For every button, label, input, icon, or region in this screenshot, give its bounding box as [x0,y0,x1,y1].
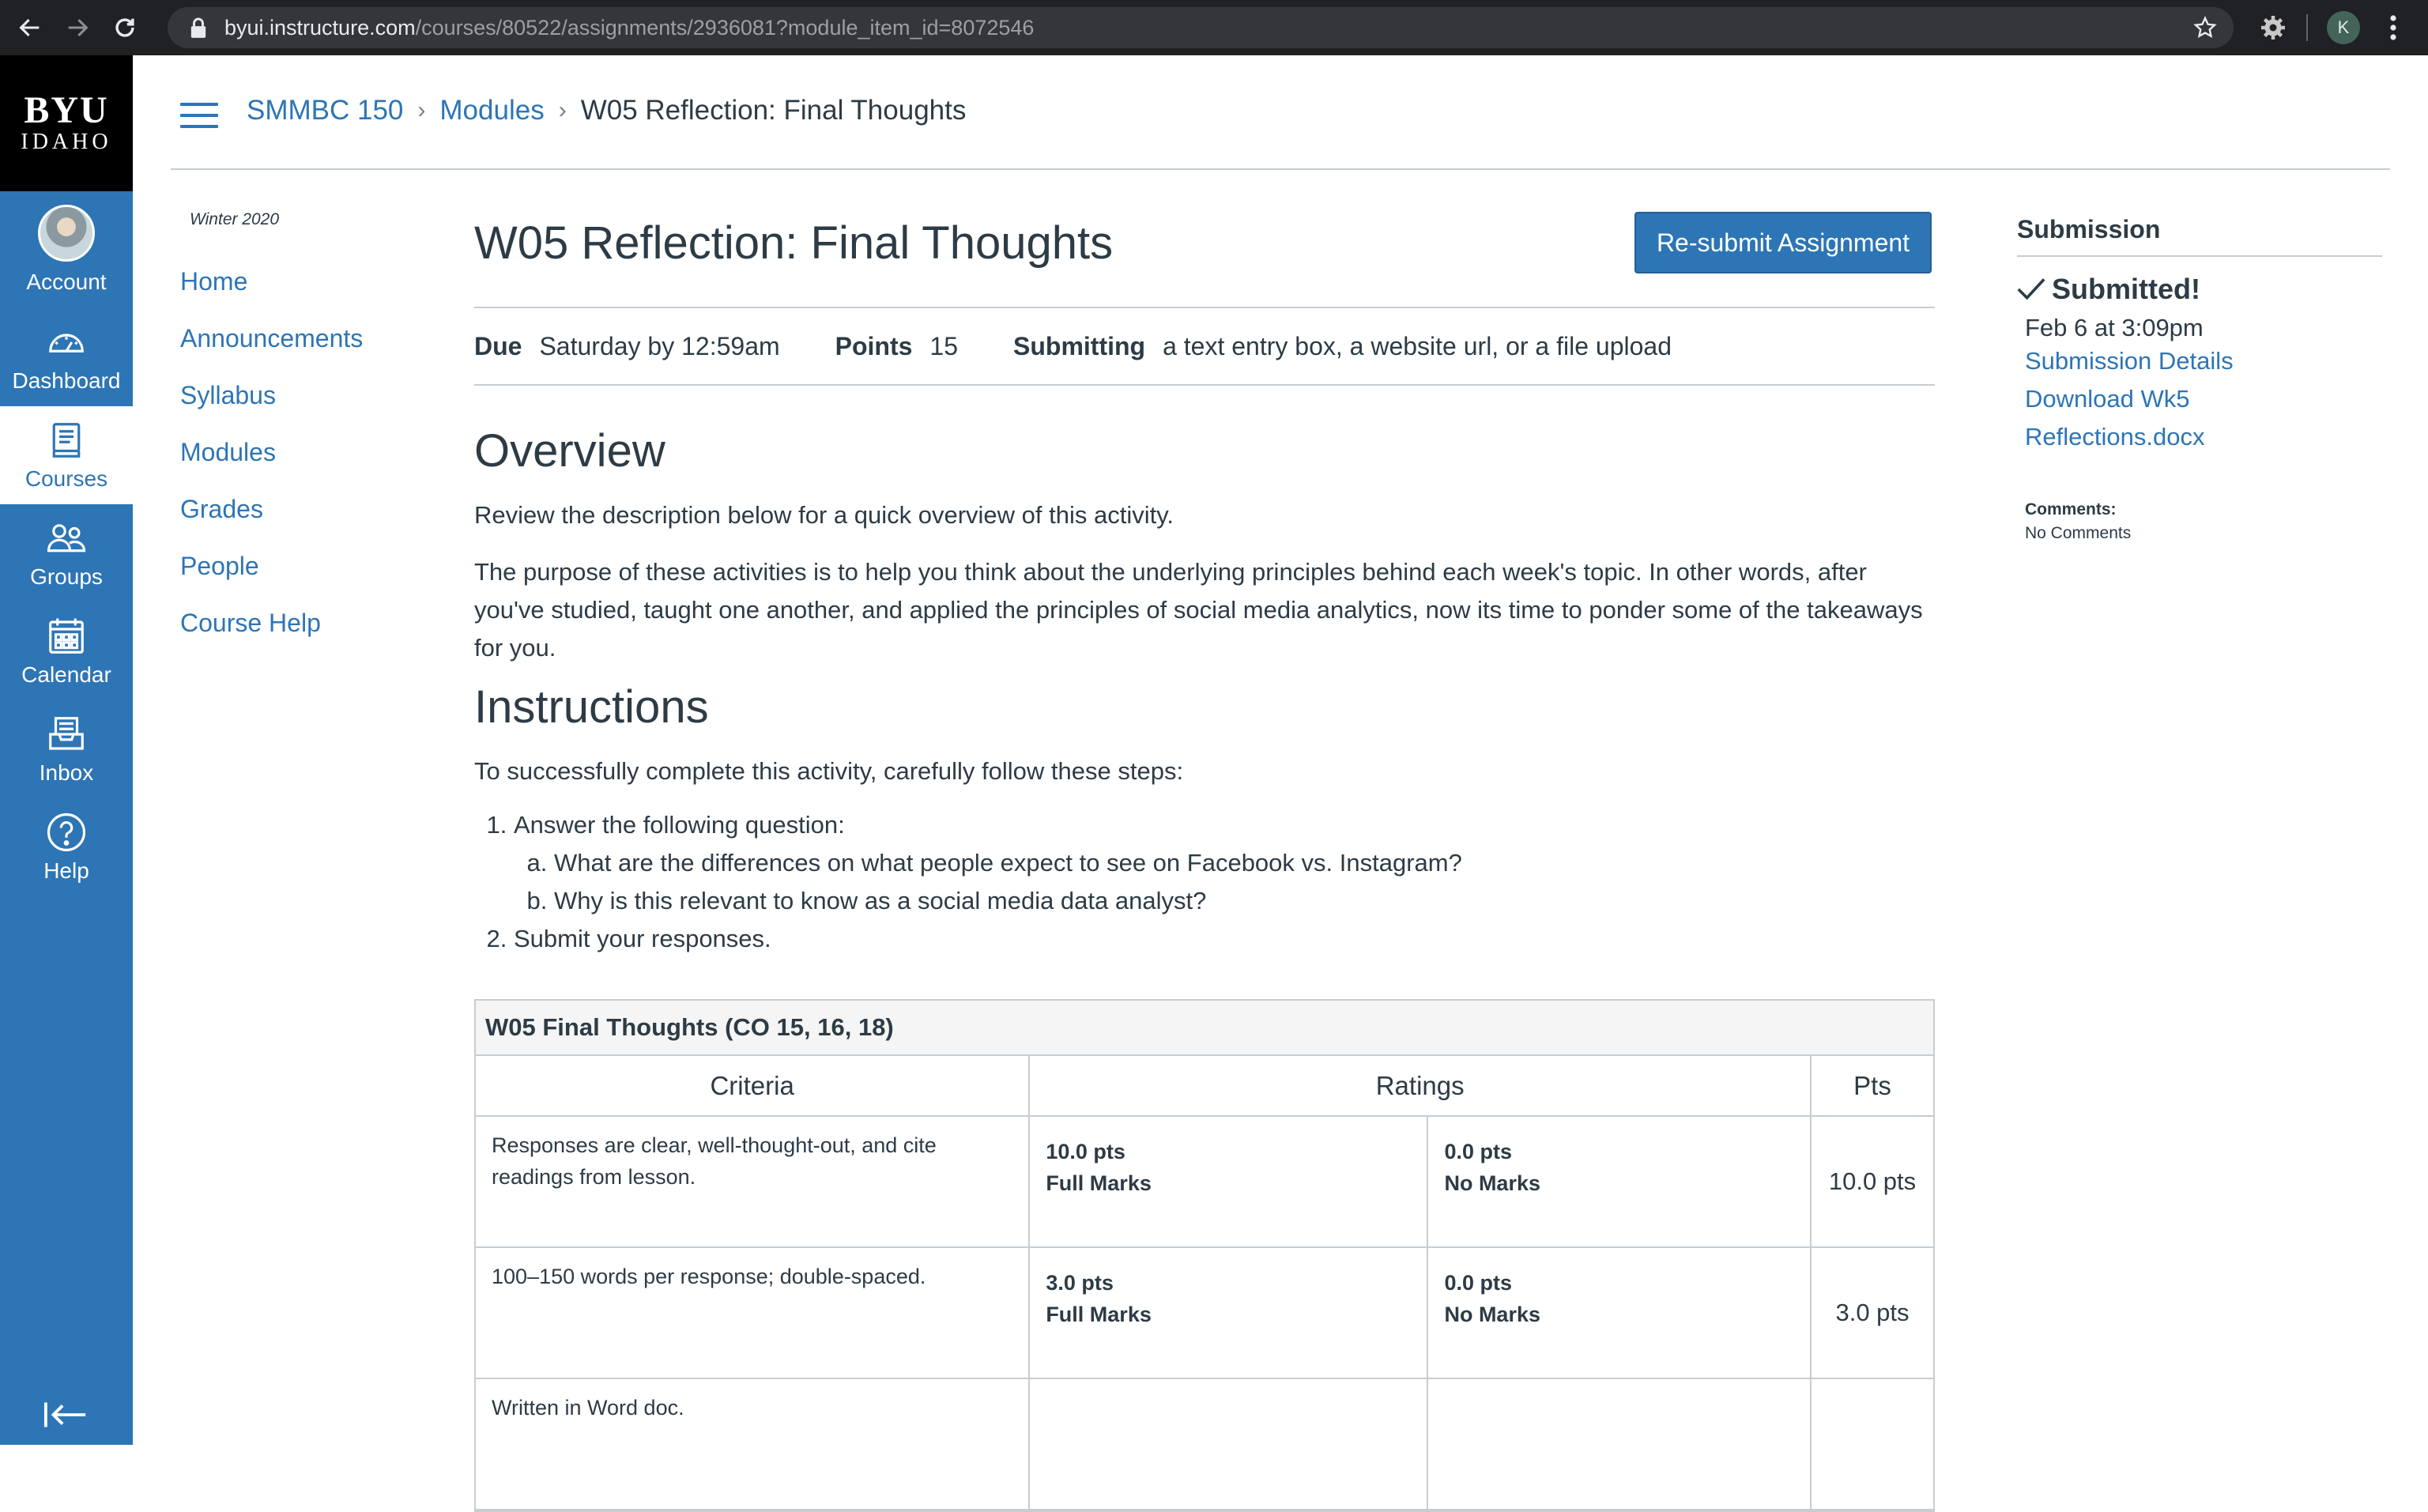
rubric-table: Criteria Ratings Pts Responses are clear… [476,1056,1933,1510]
download-file-link[interactable]: Download Wk5 Reflections.docx [2025,380,2382,456]
criterion-cell: 100–150 words per response; double-space… [476,1247,1031,1379]
comments-label: Comments: [2025,500,2117,518]
due-label: Due [474,331,522,360]
global-nav-account[interactable]: Account [0,191,133,308]
course-nav-grades[interactable]: Grades [180,488,363,545]
course-nav-people[interactable]: People [180,545,363,602]
submission-details-link[interactable]: Submission Details [2025,342,2382,380]
course-nav-announcements[interactable]: Announcements [180,318,363,375]
criterion-cell: Responses are clear, well-thought-out, a… [476,1116,1031,1248]
rating-cell: 10.0 pts Full Marks [1029,1116,1429,1248]
url-text: byui.instructure.com/courses/80522/assig… [224,15,1035,40]
course-menu-toggle[interactable] [180,103,218,128]
points-value: 15 [929,331,959,360]
address-bar[interactable]: byui.instructure.com/courses/80522/assig… [168,7,2234,48]
global-navigation: BYU IDAHO Account Dashboard Courses Grou… [0,55,133,1445]
global-nav-dashboard[interactable]: Dashboard [0,308,133,406]
toolbar-divider [2306,14,2308,41]
instructions-intro: To successfully complete this activity, … [474,757,1184,785]
chevron-right-icon: › [417,97,426,123]
criterion-cell: Written in Word doc. [476,1378,1031,1510]
back-icon[interactable] [13,10,47,45]
submission-status: Submitted! [2017,273,2382,306]
bookmark-star-icon[interactable] [2192,15,2218,40]
points-label: Points [835,331,913,360]
check-icon [2017,278,2045,300]
rating-cell: 0.0 pts No Marks [1427,1116,1812,1248]
pts-cell: 10.0 pts [1811,1116,1933,1248]
rubric-title: W05 Final Thoughts (CO 15, 16, 18) [476,1001,1933,1056]
submitting-label: Submitting [1013,331,1146,360]
submission-date: Feb 6 at 3:09pm [2025,314,2204,341]
avatar [38,205,95,262]
rating-cell: 3.0 pts Full Marks [1029,1247,1429,1379]
instruction-steps: Answer the following question: What are … [474,806,1935,958]
ratings-header: Ratings [1029,1056,1812,1117]
browser-toolbar: byui.instructure.com/courses/80522/assig… [0,0,2428,55]
global-nav-inbox[interactable]: Inbox [0,700,133,798]
pts-cell [1811,1378,1933,1510]
due-value: Saturday by 12:59am [539,331,780,360]
school-logo[interactable]: BYU IDAHO [0,55,133,191]
forward-icon[interactable] [60,10,95,45]
reload-icon[interactable] [107,10,142,45]
courses-icon [52,423,81,458]
comments-value: No Comments [2025,524,2132,542]
list-item: What are the differences on what people … [554,844,1935,882]
browser-menu-icon[interactable] [2384,13,2403,42]
overview-text: Review the description below for a quick… [474,501,1174,529]
global-nav-courses[interactable]: Courses [0,406,133,504]
rating-cell [1029,1378,1429,1510]
table-row: Responses are clear, well-thought-out, a… [476,1116,1933,1248]
course-nav-home[interactable]: Home [180,261,363,318]
pts-cell: 3.0 pts [1811,1247,1933,1379]
extension-gear-icon[interactable] [2259,13,2287,42]
global-nav-calendar[interactable]: Calendar [0,602,133,700]
term-label: Winter 2020 [190,210,280,228]
assignment-details: Due Saturday by 12:59am Points 15 Submit… [474,307,1935,386]
list-item: Answer the following question: What are … [514,806,1935,920]
inbox-icon [49,717,84,750]
rubric: W05 Final Thoughts (CO 15, 16, 18) Crite… [474,999,1935,1512]
global-nav-help[interactable]: Help [0,798,133,896]
list-item: Submit your responses. [514,920,1935,958]
criteria-header: Criteria [476,1056,1031,1117]
breadcrumb-modules[interactable]: Modules [439,95,544,126]
overview-heading: Overview [474,425,665,477]
chevron-right-icon: › [558,97,567,123]
collapse-nav-icon[interactable] [43,1399,89,1431]
table-row: 100–150 words per response; double-space… [476,1247,1933,1379]
rating-cell: 0.0 pts No Marks [1427,1247,1812,1379]
calendar-icon [49,618,84,654]
groups-icon [47,524,86,552]
submission-sidebar: Submission Submitted! Feb 6 at 3:09pm Su… [2017,215,2382,543]
course-nav-syllabus[interactable]: Syllabus [180,375,363,432]
global-nav-groups[interactable]: Groups [0,504,133,602]
breadcrumb-current: W05 Reflection: Final Thoughts [580,95,967,126]
instructions-heading: Instructions [474,681,709,733]
submission-heading: Submission [2017,215,2382,257]
course-nav-course-help[interactable]: Course Help [180,602,363,659]
submitting-value: a text entry box, a website url, or a fi… [1163,331,1672,360]
rating-cell [1427,1378,1812,1510]
pts-header: Pts [1811,1056,1933,1117]
profile-avatar[interactable]: K [2327,11,2360,44]
breadcrumb: SMMBC 150 › Modules › W05 Reflection: Fi… [247,95,966,126]
list-item: Why is this relevant to know as a social… [554,882,1935,920]
course-navigation: Home Announcements Syllabus Modules Grad… [180,261,363,659]
course-nav-modules[interactable]: Modules [180,432,363,488]
lock-icon [190,17,206,38]
table-row: Written in Word doc. [476,1378,1933,1510]
resubmit-assignment-button[interactable]: Re-submit Assignment [1634,212,1932,273]
assignment-content: W05 Reflection: Final Thoughts Re-submit… [474,205,1935,1512]
purpose-text: The purpose of these activities is to he… [474,558,1923,662]
help-icon [47,813,86,852]
header-divider [171,168,2390,170]
breadcrumb-course[interactable]: SMMBC 150 [247,95,403,126]
dashboard-icon [49,334,84,353]
